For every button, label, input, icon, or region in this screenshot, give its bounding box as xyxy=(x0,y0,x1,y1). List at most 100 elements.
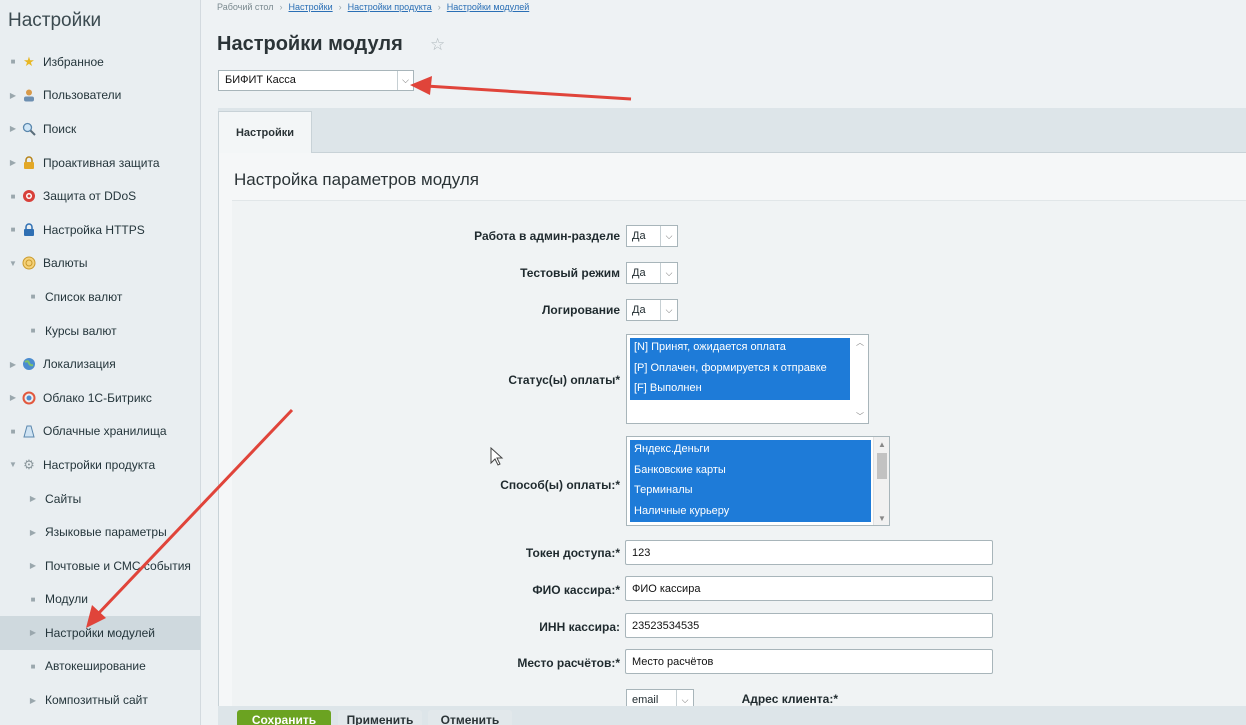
expand-arrow-icon[interactable]: ▶ xyxy=(25,561,41,570)
sidebar-item-composite[interactable]: ▶ Композитный сайт xyxy=(0,683,201,717)
storage-icon xyxy=(21,423,37,439)
sidebar-item-ddos[interactable]: ■ Защита от DDoS xyxy=(0,179,201,213)
list-option[interactable]: Терминалы xyxy=(630,481,871,502)
payment-place-label: Место расчётов:* xyxy=(517,656,620,670)
scroll-down-icon[interactable]: ▼ xyxy=(874,511,889,525)
favorite-star-icon[interactable]: ☆ xyxy=(430,35,445,55)
cancel-button[interactable]: Отменить xyxy=(428,710,512,725)
sidebar-item-label: Защита от DDoS xyxy=(43,189,137,204)
breadcrumb-item[interactable]: Настройки xyxy=(289,2,333,12)
bullet-icon: ■ xyxy=(30,326,36,336)
list-option[interactable]: [F] Выполнен xyxy=(630,379,850,400)
sidebar-item-https[interactable]: ■ Настройка HTTPS xyxy=(0,213,201,247)
sidebar-item-label: Модули xyxy=(45,592,88,607)
sidebar-item-languages[interactable]: ▶ Языковые параметры xyxy=(0,515,201,549)
expand-arrow-icon[interactable]: ▶ xyxy=(5,393,21,402)
padlock-icon xyxy=(21,222,37,238)
bullet-icon: ■ xyxy=(10,57,16,67)
sidebar-item-search[interactable]: ▶ Поиск xyxy=(0,112,201,146)
expand-arrow-icon[interactable]: ▶ xyxy=(5,360,21,369)
cashier-inn-input[interactable] xyxy=(625,613,993,638)
expand-arrow-icon[interactable]: ▶ xyxy=(25,628,41,637)
payment-status-listbox[interactable]: [N] Принят, ожидается оплата [P] Оплачен… xyxy=(626,334,869,424)
sidebar-item-label: Валюты xyxy=(43,256,88,271)
token-input[interactable] xyxy=(625,540,993,565)
collapse-arrow-icon[interactable]: ▼ xyxy=(5,460,21,469)
sidebar-item-proactive[interactable]: ▶ Проактивная защита xyxy=(0,146,201,180)
breadcrumb-item[interactable]: Рабочий стол xyxy=(217,2,274,12)
scrollbar-thumb[interactable] xyxy=(877,453,887,479)
select-value: Да xyxy=(632,304,646,316)
save-button[interactable]: Сохранить xyxy=(237,710,331,725)
list-option[interactable]: [P] Оплачен, формируется к отправке xyxy=(630,358,850,379)
sidebar-item-label: Автокеширование xyxy=(45,659,146,674)
sidebar-item-label: Языковые параметры xyxy=(45,525,167,540)
sidebar-item-users[interactable]: ▶ Пользователи xyxy=(0,79,201,113)
expand-arrow-icon[interactable]: ▶ xyxy=(25,494,41,503)
client-address-select[interactable]: email ⌵ xyxy=(626,689,694,706)
listbox-scrollbar[interactable]: ▲ ▼ xyxy=(873,437,889,525)
logging-select[interactable]: Да ⌵ xyxy=(626,299,678,321)
currency-icon xyxy=(21,255,37,271)
expand-arrow-icon[interactable]: ▶ xyxy=(5,158,21,167)
client-address-label: Адрес клиента:* xyxy=(741,692,838,706)
sidebar-item-currency-list[interactable]: ■ Список валют xyxy=(0,280,201,314)
sidebar-item-bitrix-cloud[interactable]: ▶ Облако 1С-Битрикс xyxy=(0,381,201,415)
scroll-down-icon[interactable]: ﹀ xyxy=(852,409,868,423)
sidebar-item-label: Поиск xyxy=(43,121,77,136)
scroll-up-icon[interactable]: ︿ xyxy=(852,335,868,349)
expand-arrow-icon[interactable]: ▶ xyxy=(5,91,21,100)
admin-section-select[interactable]: Да ⌵ xyxy=(626,225,678,247)
token-label: Токен доступа:* xyxy=(525,546,620,560)
apply-button[interactable]: Применить xyxy=(338,710,422,725)
list-option[interactable]: Банковские карты xyxy=(630,460,871,481)
test-mode-select[interactable]: Да ⌵ xyxy=(626,262,678,284)
sidebar-item-sites[interactable]: ▶ Сайты xyxy=(0,482,201,516)
expand-arrow-icon[interactable]: ▶ xyxy=(25,528,41,537)
cloud-icon xyxy=(21,390,37,406)
sidebar-item-favorites[interactable]: ■ ★ Избранное xyxy=(0,45,201,79)
list-option[interactable]: Яндекс.Деньги xyxy=(630,440,871,461)
sidebar-item-label: Настройка HTTPS xyxy=(43,222,145,237)
list-option[interactable]: Наличные курьеру xyxy=(630,501,871,522)
sidebar-item-localization[interactable]: ▶ Локализация xyxy=(0,347,201,381)
sidebar-item-autocache[interactable]: ■ Автокеширование xyxy=(0,650,201,684)
tab-settings[interactable]: Настройки xyxy=(218,111,312,154)
breadcrumb-item[interactable]: Настройки модулей xyxy=(447,2,529,12)
bullet-icon: ■ xyxy=(10,191,16,201)
sidebar-item-cloud-storage[interactable]: ■ Облачные хранилища xyxy=(0,415,201,449)
module-select[interactable]: БИФИТ Касса ⌵ xyxy=(218,70,414,91)
gear-icon: ⚙ xyxy=(23,457,35,473)
chevron-down-icon: ⌵ xyxy=(660,263,677,283)
payment-method-listbox[interactable]: Яндекс.Деньги Банковские карты Терминалы… xyxy=(626,436,890,526)
payment-method-label: Способ(ы) оплаты:* xyxy=(500,478,620,492)
page-header: Рабочий стол › Настройки › Настройки продукт… xyxy=(201,0,1246,108)
sidebar-item-currencies[interactable]: ▼ Валюты xyxy=(0,247,201,281)
list-option[interactable]: [N] Принят, ожидается оплата xyxy=(630,338,850,359)
sidebar-item-module-settings[interactable]: ▶ Настройки модулей xyxy=(0,616,201,650)
sidebar-item-mail-events[interactable]: ▶ Почтовые и СМС события xyxy=(0,549,201,583)
expand-arrow-icon[interactable]: ▶ xyxy=(5,124,21,133)
sidebar-item-product-settings[interactable]: ▼ ⚙ Настройки продукта xyxy=(0,448,201,482)
expand-arrow-icon[interactable]: ▶ xyxy=(25,696,41,705)
sidebar-item-label: Облако 1С-Битрикс xyxy=(43,390,152,405)
logging-label: Логирование xyxy=(542,303,620,317)
sidebar-item-currency-rates[interactable]: ■ Курсы валют xyxy=(0,314,201,348)
shield-icon xyxy=(21,188,37,204)
chevron-down-icon: ⌵ xyxy=(660,300,677,320)
lock-icon xyxy=(21,155,37,171)
globe-icon xyxy=(21,356,37,372)
sidebar-item-label: Композитный сайт xyxy=(45,693,148,708)
sidebar-item-label: Настройки продукта xyxy=(43,457,156,472)
scroll-up-icon[interactable]: ▲ xyxy=(874,437,889,451)
listbox-scrollbar[interactable]: ︿ ﹀ xyxy=(852,335,868,423)
sidebar-item-label: Курсы валют xyxy=(45,323,117,338)
sidebar-item-modules[interactable]: ■ Модули xyxy=(0,583,201,617)
test-mode-label: Тестовый режим xyxy=(520,266,620,280)
collapse-arrow-icon[interactable]: ▼ xyxy=(5,259,21,268)
breadcrumb-item[interactable]: Настройки продукта xyxy=(348,2,432,12)
sidebar-item-label: Облачные хранилища xyxy=(43,424,167,439)
cashier-name-input[interactable] xyxy=(625,576,993,601)
bullet-icon: ■ xyxy=(10,426,16,436)
payment-place-input[interactable] xyxy=(625,649,993,674)
